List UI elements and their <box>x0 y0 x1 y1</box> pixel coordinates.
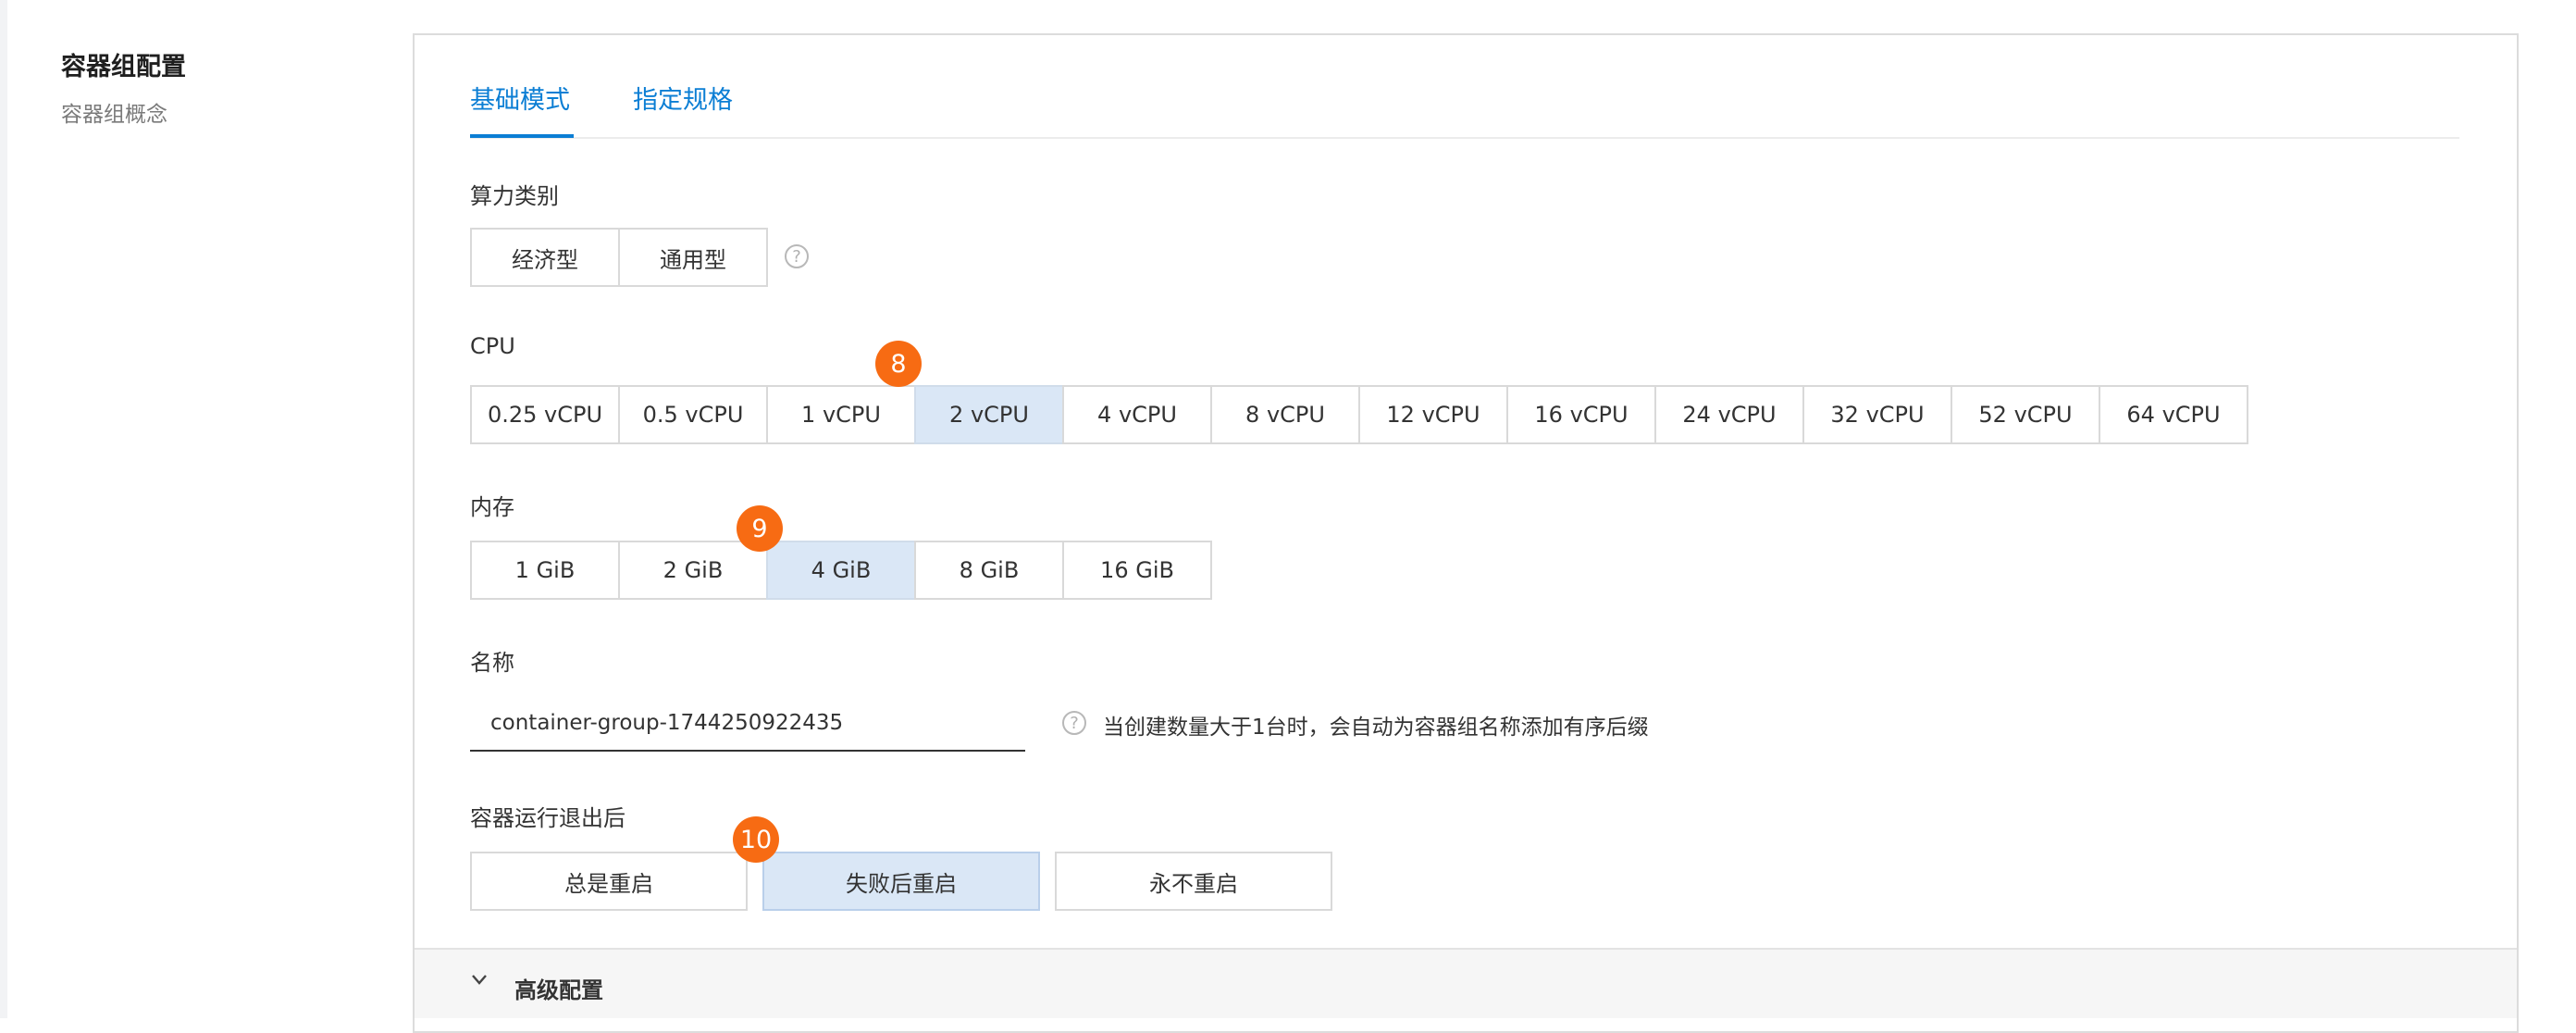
name-hint: 当创建数量大于1台时，会自动为容器组名称添加有序后缀 <box>1103 716 1649 740</box>
cpu-option[interactable]: 2 vCPU <box>914 385 1064 444</box>
cpu-option[interactable]: 4 vCPU <box>1062 385 1212 444</box>
cpu-option[interactable]: 24 vCPU <box>1654 385 1804 444</box>
step-badge: 8 <box>875 341 922 387</box>
memory-selector: 1 GiB 2 GiB 4 GiB 8 GiB 16 GiB <box>470 541 1212 600</box>
cpu-option[interactable]: 12 vCPU <box>1358 385 1508 444</box>
restart-policy-label: 容器运行退出后 <box>470 805 625 831</box>
cpu-option[interactable]: 64 vCPU <box>2099 385 2248 444</box>
question-circle-icon[interactable]: ? <box>1062 711 1086 735</box>
memory-option[interactable]: 1 GiB <box>470 541 620 600</box>
step-badge: 10 <box>733 816 779 863</box>
memory-option[interactable]: 2 GiB <box>618 541 768 600</box>
cpu-selector: 0.25 vCPU 0.5 vCPU 1 vCPU 2 vCPU 4 vCPU 8 vCP… <box>470 385 2248 444</box>
cpu-option[interactable]: 52 vCPU <box>1951 385 2100 444</box>
cpu-option[interactable]: 1 vCPU <box>766 385 916 444</box>
tab-basic-mode[interactable]: 基础模式 <box>470 80 570 116</box>
chevron-down-icon <box>472 975 487 985</box>
restart-option-never[interactable]: 永不重启 <box>1055 852 1332 911</box>
active-tab-indicator <box>470 134 574 138</box>
memory-option[interactable]: 4 GiB <box>766 541 916 600</box>
name-input[interactable] <box>470 696 1025 752</box>
compute-type-option-economy[interactable]: 经济型 <box>470 228 620 287</box>
cpu-option[interactable]: 16 vCPU <box>1506 385 1656 444</box>
left-edge-strip <box>0 0 7 1018</box>
cpu-option[interactable]: 8 vCPU <box>1210 385 1360 444</box>
cpu-option[interactable]: 0.5 vCPU <box>618 385 768 444</box>
name-label: 名称 <box>470 650 514 676</box>
cpu-label: CPU <box>470 333 515 359</box>
cpu-option[interactable]: 0.25 vCPU <box>470 385 620 444</box>
compute-type-option-general[interactable]: 通用型 <box>618 228 768 287</box>
restart-option-on-failure[interactable]: 失败后重启 <box>762 852 1040 911</box>
memory-label: 内存 <box>470 494 514 520</box>
restart-option-always[interactable]: 总是重启 <box>470 852 748 911</box>
compute-type-selector: 经济型 通用型 <box>470 228 768 287</box>
advanced-config-label: 高级配置 <box>514 977 603 1003</box>
tab-divider <box>470 137 2459 139</box>
question-circle-icon[interactable]: ? <box>785 244 809 268</box>
section-subtitle-link[interactable]: 容器组概念 <box>61 96 167 128</box>
step-badge: 9 <box>737 505 783 552</box>
compute-type-label: 算力类别 <box>470 183 559 209</box>
advanced-config-toggle[interactable]: 高级配置 <box>415 948 2517 1018</box>
tab-specified-spec[interactable]: 指定规格 <box>633 80 733 116</box>
memory-option[interactable]: 16 GiB <box>1062 541 1212 600</box>
memory-option[interactable]: 8 GiB <box>914 541 1064 600</box>
cpu-option[interactable]: 32 vCPU <box>1802 385 1952 444</box>
section-title: 容器组配置 <box>61 53 186 81</box>
